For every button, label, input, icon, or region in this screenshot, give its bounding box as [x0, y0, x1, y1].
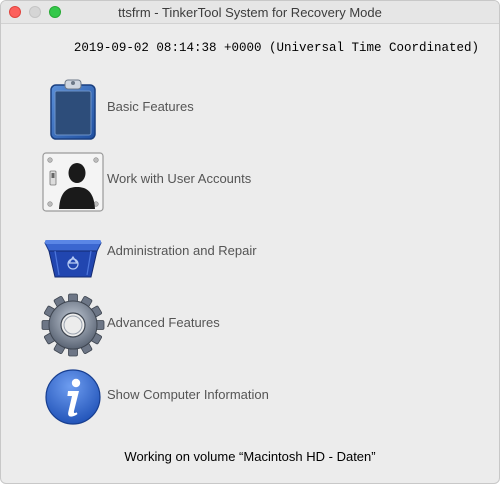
menu-label: Basic Features [107, 99, 194, 114]
clipboard-icon [50, 79, 96, 140]
datetime-display: 2019-09-02 08:14:38 +0000 (Universal Tim… [73, 41, 479, 55]
menu-label: Advanced Features [107, 315, 220, 330]
app-window: ttsfrm - TinkerTool System for Recovery … [0, 0, 500, 484]
gear-icon [41, 293, 105, 357]
basic-features-button[interactable]: Basic Features [41, 77, 441, 141]
menu-label: Administration and Repair [107, 243, 257, 258]
window-title: ttsfrm - TinkerTool System for Recovery … [118, 5, 382, 20]
user-accounts-button[interactable]: Work with User Accounts [41, 149, 441, 213]
user-silhouette-icon [42, 152, 104, 212]
recycle-bin-icon [44, 240, 102, 278]
title-bar: ttsfrm - TinkerTool System for Recovery … [1, 1, 499, 24]
menu-label: Work with User Accounts [107, 171, 252, 186]
info-icon [45, 369, 101, 425]
status-text: Working on volume “Macintosh HD - Daten” [124, 449, 376, 464]
menu-label: Show Computer Information [107, 387, 269, 402]
computer-information-button[interactable]: Show Computer Information [41, 365, 441, 429]
administration-repair-button[interactable]: Administration and Repair [41, 221, 441, 285]
advanced-features-button[interactable]: Advanced Features [41, 293, 441, 357]
